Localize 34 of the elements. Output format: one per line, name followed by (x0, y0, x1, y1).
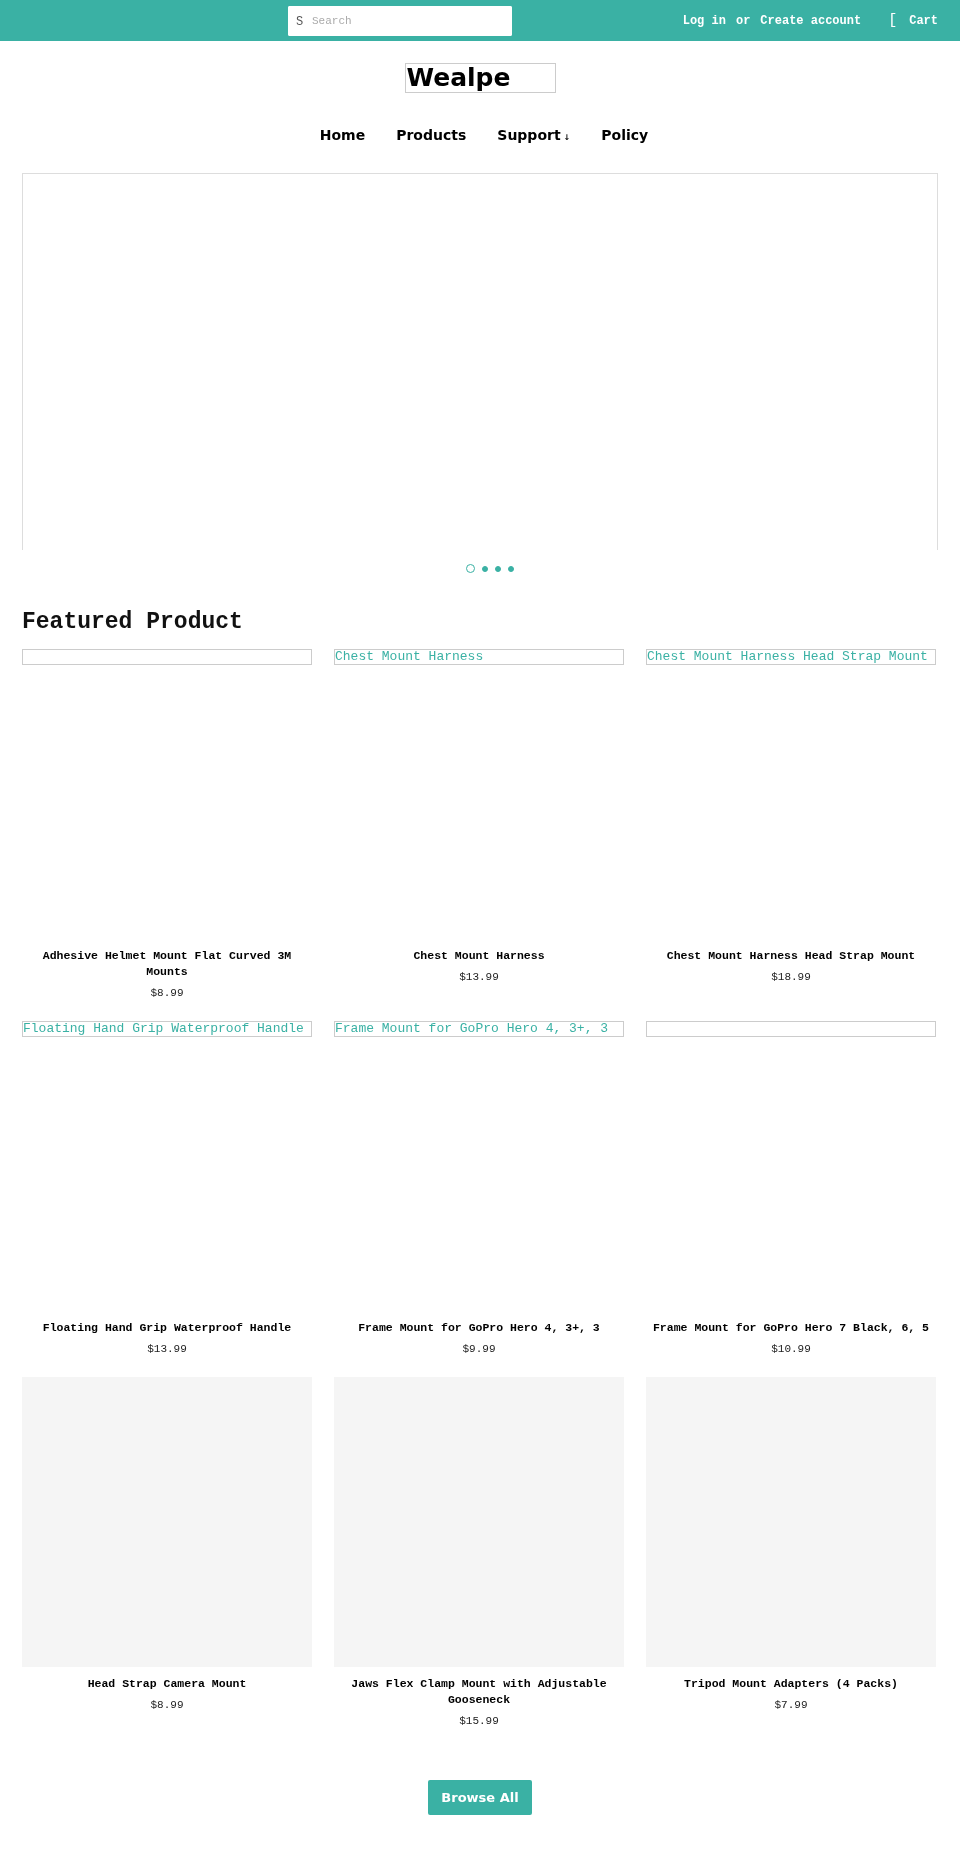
product-price: $7.99 (774, 1699, 808, 1711)
product-price: $18.99 (771, 971, 811, 983)
slide-dot[interactable] (508, 565, 514, 572)
product-name[interactable]: Frame Mount for GoPro Hero 4, 3+, 3 (352, 1320, 606, 1336)
search-icon: S (296, 15, 304, 29)
product-price: $8.99 (150, 1699, 184, 1711)
product-name[interactable]: Frame Mount for GoPro Hero 7 Black, 6, 5 (646, 1320, 935, 1336)
product-name[interactable]: Jaws Flex Clamp Mount with Adjustable Gooseneck (334, 1676, 624, 1708)
product-price: $13.99 (147, 1343, 187, 1355)
product-name[interactable]: Chest Mount Harness (407, 948, 551, 964)
slide-dot[interactable] (495, 565, 501, 572)
product-price: $10.99 (771, 1343, 811, 1355)
product-name[interactable]: Tripod Mount Adapters (4 Packs) (678, 1676, 904, 1692)
or-text: or (735, 13, 751, 28)
caret-icon: ↓ (563, 133, 571, 142)
product-name[interactable]: Floating Hand Grip Waterproof Handle (36, 1320, 298, 1336)
product-name[interactable]: Adhesive Helmet Mount Flat Curved 3M Mounts (22, 948, 312, 980)
slide-dot[interactable] (482, 565, 488, 572)
product-price: $13.99 (459, 971, 499, 983)
nav-link[interactable]: Support ↓ (497, 127, 571, 143)
nav-link[interactable]: Home (319, 127, 366, 143)
product-price: $8.99 (150, 987, 184, 999)
logo[interactable]: Wealpe (404, 63, 556, 93)
product-name[interactable]: Chest Mount Harness Head Strap Mount (660, 948, 922, 964)
product-price: $9.99 (462, 1343, 496, 1355)
nav-link[interactable]: Policy (601, 127, 649, 143)
broken-image[interactable] (646, 1021, 936, 1037)
broken-image[interactable] (22, 649, 312, 665)
product-name[interactable]: Head Strap Camera Mount (81, 1676, 253, 1692)
section-heading: Featured Product (22, 609, 244, 635)
slide-dot[interactable] (466, 564, 475, 573)
product-price: $15.99 (459, 1715, 499, 1727)
nav-link[interactable]: Products (396, 127, 467, 143)
cart-icon: [ (888, 12, 898, 29)
